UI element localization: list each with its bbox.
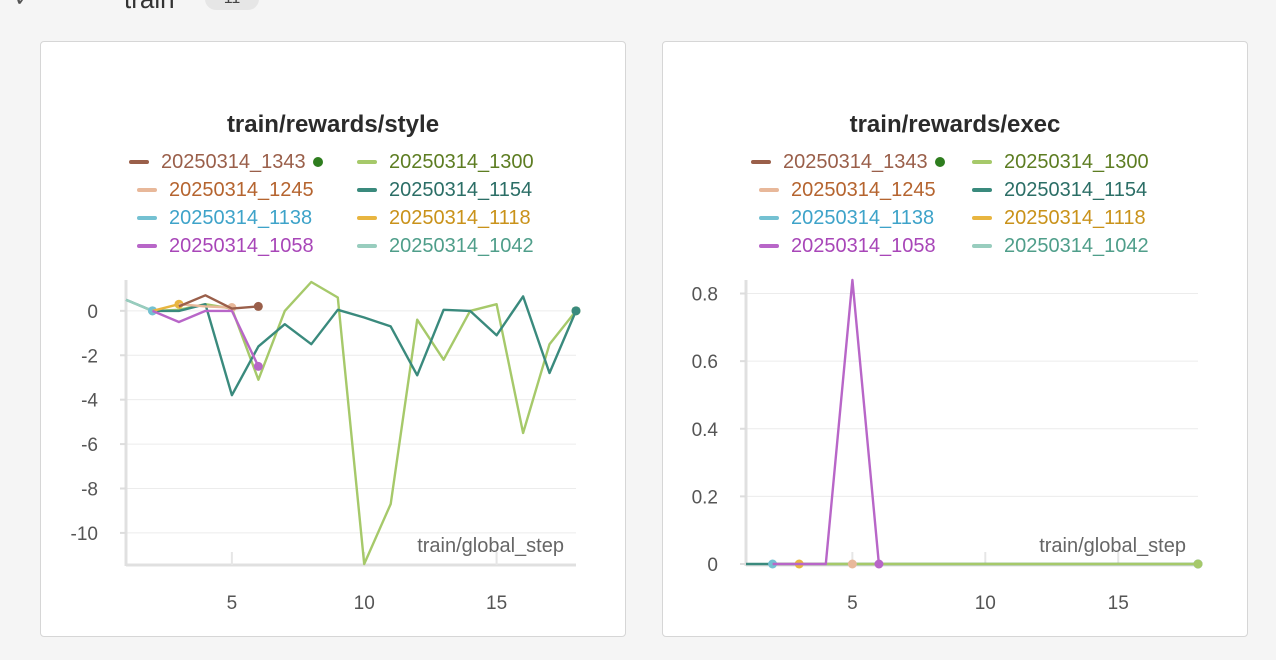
series-end-point[interactable] bbox=[874, 559, 884, 569]
series-end-point[interactable] bbox=[253, 361, 263, 371]
y-tick-label: 0 bbox=[87, 302, 98, 323]
panel-count-badge: 11 bbox=[205, 0, 259, 10]
series-end-point[interactable] bbox=[571, 306, 581, 316]
series-20250314_1245[interactable] bbox=[847, 559, 857, 569]
y-tick-label: 0.2 bbox=[692, 487, 718, 508]
y-tick-label: 0.4 bbox=[692, 420, 719, 441]
y-tick-label: -4 bbox=[81, 391, 98, 412]
x-tick-label: 15 bbox=[486, 593, 507, 614]
series-20250314_1300[interactable] bbox=[152, 280, 581, 566]
x-tick-label: 10 bbox=[975, 593, 996, 614]
x-axis-title: train/global_step bbox=[1039, 535, 1186, 557]
series-line[interactable] bbox=[152, 280, 577, 566]
series-end-point[interactable] bbox=[253, 301, 263, 311]
section-title: train bbox=[124, 0, 175, 14]
y-tick-label: -10 bbox=[71, 524, 98, 545]
series-20250314_1058[interactable] bbox=[152, 309, 263, 371]
y-tick-label: -6 bbox=[81, 435, 98, 456]
series-line[interactable] bbox=[772, 278, 881, 566]
x-axis-title: train/global_step bbox=[417, 535, 564, 557]
chart-panel-exec[interactable]: train/rewards/exec 20250314_1343 20250314… bbox=[662, 41, 1248, 637]
x-tick-label: 5 bbox=[847, 593, 858, 614]
section-header: ✓ train 11 bbox=[0, 0, 1276, 14]
line-chart: 0 -2 -4 -6 -8 -10 5 10 15 train/global_step bbox=[71, 280, 581, 614]
chart-panel-style[interactable]: train/rewards/style 20250314_1343 2025031… bbox=[40, 41, 626, 637]
y-tick-label: -2 bbox=[81, 346, 98, 367]
series-end-point[interactable] bbox=[847, 559, 857, 569]
y-tick-label: 0.6 bbox=[692, 352, 718, 373]
y-tick-label: 0 bbox=[707, 555, 718, 576]
y-tick-label: -8 bbox=[81, 480, 98, 501]
collapse-icon[interactable]: ✓ bbox=[14, 0, 32, 12]
series-20250314_1058[interactable] bbox=[772, 278, 884, 569]
series-20250314_1300[interactable] bbox=[772, 559, 1203, 569]
x-tick-label: 10 bbox=[354, 593, 375, 614]
series-end-point[interactable] bbox=[1193, 559, 1203, 569]
x-tick-label: 5 bbox=[227, 593, 238, 614]
x-tick-label: 15 bbox=[1108, 593, 1129, 614]
line-chart: 0 0.2 0.4 0.6 0.8 5 10 15 train/global_step bbox=[692, 278, 1203, 614]
y-tick-label: 0.8 bbox=[692, 285, 718, 306]
